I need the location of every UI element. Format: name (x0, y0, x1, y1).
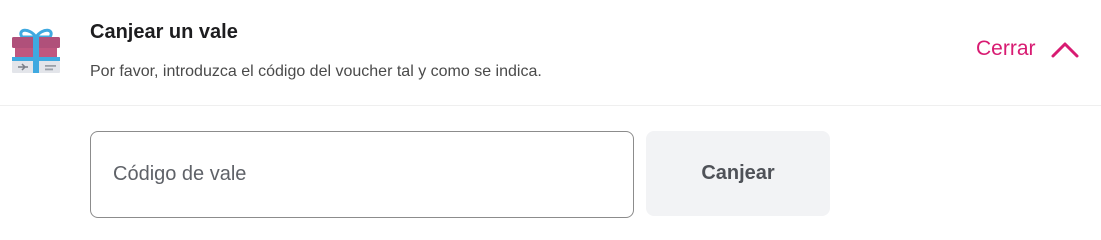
voucher-code-input[interactable] (90, 131, 634, 218)
panel-subtitle: Por favor, introduzca el código del vouc… (90, 63, 542, 80)
close-toggle-button[interactable]: Cerrar (976, 35, 1080, 63)
chevron-up-icon (1051, 42, 1079, 58)
close-label: Cerrar (976, 37, 1036, 60)
panel-title: Canjear un vale (90, 21, 238, 43)
voucher-panel-header: Canjear un vale Por favor, introduzca el… (0, 0, 1101, 106)
voucher-redeem-panel: Canjear un vale Por favor, introduzca el… (0, 0, 1101, 233)
gift-voucher-icon (12, 28, 60, 73)
redeem-button[interactable]: Canjear (646, 131, 830, 216)
